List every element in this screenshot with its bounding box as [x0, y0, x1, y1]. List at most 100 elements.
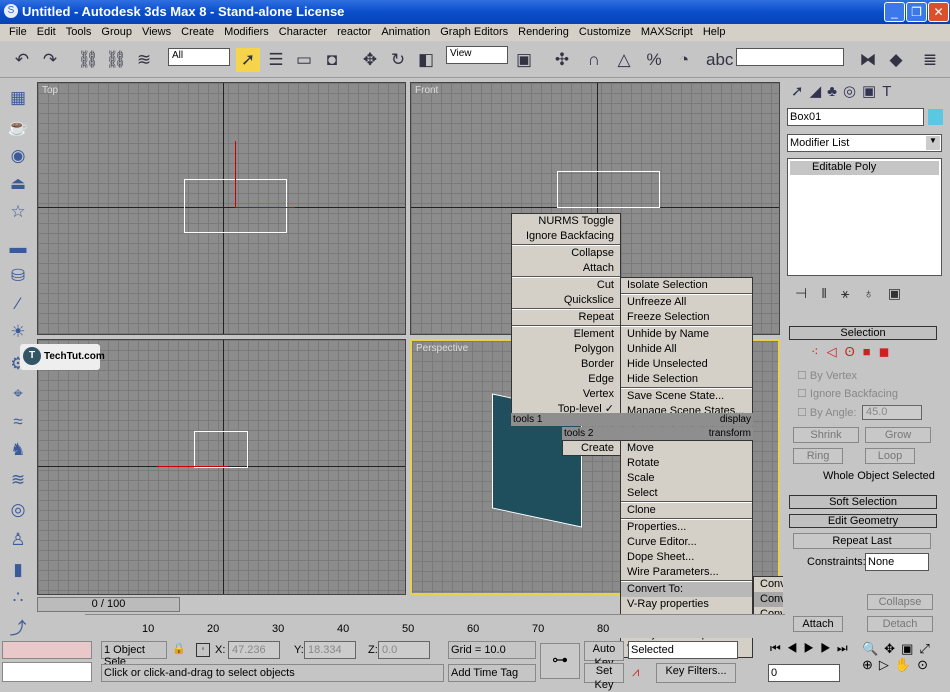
light-icon[interactable]: ☀: [6, 322, 30, 346]
select-object-icon[interactable]: ➚: [236, 48, 260, 72]
ignore-backfacing-checkbox[interactable]: ☐ Ignore Backfacing: [797, 387, 898, 400]
menu-item-unfreeze-all[interactable]: Unfreeze All: [621, 295, 752, 310]
maxscript-listener-white[interactable]: [2, 662, 92, 682]
menu-item-freeze-selection[interactable]: Freeze Selection: [621, 310, 752, 325]
menu-item-isolate-selection[interactable]: Isolate Selection: [621, 278, 752, 293]
menu-create[interactable]: Create: [176, 26, 219, 39]
cylinder-icon[interactable]: ⛁: [6, 266, 30, 290]
command-panel-tabs[interactable]: ➚◢♣◎▣T: [791, 82, 897, 100]
angle-snap-icon[interactable]: △: [612, 48, 636, 72]
key-tangent-icon[interactable]: ⩘: [632, 664, 639, 680]
menu-item-scale[interactable]: Scale: [621, 471, 752, 486]
rollout-soft-selection[interactable]: Soft Selection: [789, 495, 937, 509]
named-selection-icon[interactable]: abc: [706, 48, 733, 72]
spinner-snap-icon[interactable]: ◔: [672, 48, 696, 72]
time-slider[interactable]: 0 / 100: [37, 597, 180, 612]
menu-item-wire-parameters[interactable]: Wire Parameters...: [621, 565, 752, 580]
pivot-center-icon[interactable]: ▣: [512, 48, 536, 72]
playback-controls[interactable]: ⏮◀▶▶⏭: [770, 641, 854, 656]
teapot-icon[interactable]: ☕: [6, 118, 30, 142]
reference-coordinate-dropdown[interactable]: View: [446, 46, 508, 64]
menu-help[interactable]: Help: [698, 26, 731, 39]
selection-filter-dropdown[interactable]: All: [168, 48, 230, 66]
box-object[interactable]: [557, 171, 660, 208]
viewport-left[interactable]: [37, 339, 406, 595]
by-vertex-checkbox[interactable]: ☐ By Vertex: [797, 369, 857, 382]
menu-file[interactable]: File: [4, 26, 32, 39]
menu-item-curve-editor[interactable]: Curve Editor...: [621, 535, 752, 550]
create-box-icon[interactable]: ▦: [6, 88, 30, 112]
set-key-button[interactable]: Set Key: [584, 663, 624, 691]
menu-modifiers[interactable]: Modifiers: [219, 26, 274, 39]
move-icon[interactable]: ✥: [358, 48, 382, 72]
menu-item-convert-to[interactable]: Convert To:: [621, 582, 752, 597]
ring-button[interactable]: Ring: [793, 448, 843, 464]
key-selection-dropdown[interactable]: Selected: [628, 641, 738, 659]
collapse-button[interactable]: Collapse: [867, 594, 933, 610]
track-bar[interactable]: 10 20 30 40 50 60 70 80: [85, 614, 785, 638]
menu-item-polygon[interactable]: Polygon: [512, 342, 620, 357]
unlink-icon[interactable]: ⛓: [104, 48, 128, 72]
window-crossing-icon[interactable]: ◘: [320, 48, 344, 72]
select-by-name-icon[interactable]: ☰: [264, 48, 288, 72]
star-icon[interactable]: ☆: [6, 202, 30, 226]
named-selection-sets-dropdown[interactable]: [736, 48, 844, 66]
ik-icon[interactable]: ⤴: [6, 614, 30, 638]
menu-item-cut[interactable]: Cut: [512, 278, 620, 293]
menu-item-dope-sheet[interactable]: Dope Sheet...: [621, 550, 752, 565]
menu-customize[interactable]: Customize: [574, 26, 636, 39]
cone-icon[interactable]: ⏏: [6, 174, 30, 198]
rollout-selection[interactable]: Selection: [789, 326, 937, 340]
grow-button[interactable]: Grow: [865, 427, 931, 443]
box-object[interactable]: [194, 431, 248, 468]
menu-item-v-ray-properties[interactable]: V-Ray properties: [621, 597, 752, 612]
stack-controls[interactable]: ⊣ǁ⚹♁▣: [795, 285, 915, 302]
menu-edit[interactable]: Edit: [32, 26, 61, 39]
render-icon[interactable]: ▬: [6, 238, 30, 262]
menu-item-repeat[interactable]: Repeat: [512, 310, 620, 325]
menu-animation[interactable]: Animation: [376, 26, 435, 39]
menu-graph-editors[interactable]: Graph Editors: [435, 26, 513, 39]
close-button[interactable]: ✕: [928, 2, 949, 22]
menu-item-rotate[interactable]: Rotate: [621, 456, 752, 471]
particles-icon[interactable]: ∴: [6, 588, 30, 612]
detach-button[interactable]: Detach: [867, 616, 933, 632]
modifier-list-dropdown[interactable]: Modifier List ▼: [787, 134, 942, 152]
absolute-mode-icon[interactable]: ◦: [196, 643, 210, 657]
viewport-top[interactable]: Top: [37, 82, 406, 335]
set-key-mode-key-icon[interactable]: ⊶: [540, 643, 580, 679]
menu-item-properties[interactable]: Properties...: [621, 520, 752, 535]
sphere-icon[interactable]: ◉: [6, 146, 30, 170]
scale-icon[interactable]: ◧: [414, 48, 438, 72]
layer-manager-icon[interactable]: ≣: [918, 48, 942, 72]
rotate-icon[interactable]: ↻: [386, 48, 410, 72]
add-time-tag[interactable]: Add Time Tag: [448, 664, 536, 682]
menu-item-select[interactable]: Select: [621, 486, 752, 501]
menu-tools[interactable]: Tools: [61, 26, 97, 39]
x-coordinate-input[interactable]: 47.236: [228, 641, 280, 659]
menu-item-nurms-toggle[interactable]: NURMS Toggle: [512, 214, 620, 229]
menu-item-hide-unselected[interactable]: Hide Unselected: [621, 357, 752, 372]
menu-item-attach[interactable]: Attach: [512, 261, 620, 276]
menu-views[interactable]: Views: [137, 26, 176, 39]
attach-button[interactable]: Attach: [793, 616, 843, 632]
y-coordinate-input[interactable]: 18.334: [304, 641, 356, 659]
manipulate-icon[interactable]: ✣: [550, 48, 574, 72]
wind-icon[interactable]: ≈: [6, 412, 30, 436]
z-coordinate-input[interactable]: 0.0: [378, 641, 430, 659]
helper-icon[interactable]: ⌖: [6, 384, 30, 408]
menu-item-move[interactable]: Move: [621, 441, 752, 456]
viewport-navigation-icons[interactable]: 🔍✥▣⤢ ⊕▷✋⊙: [862, 641, 936, 673]
auto-key-button[interactable]: Auto Key: [584, 641, 624, 669]
bind-space-warp-icon[interactable]: ≋: [132, 48, 156, 72]
subobject-level-icons[interactable]: ⁖◁ʘ■◼: [811, 344, 897, 360]
by-angle-checkbox[interactable]: ☐ By Angle:: [797, 406, 856, 419]
redo-icon[interactable]: ↷: [38, 48, 62, 72]
character-icon[interactable]: ♞: [6, 440, 30, 464]
bone-icon[interactable]: ⁄: [6, 294, 30, 318]
minimize-button[interactable]: _: [884, 2, 905, 22]
current-frame-input[interactable]: 0: [768, 664, 840, 682]
lock-icon[interactable]: 🔒: [172, 642, 186, 655]
menu-group[interactable]: Group: [96, 26, 137, 39]
menu-item-ignore-backfacing[interactable]: Ignore Backfacing: [512, 229, 620, 244]
